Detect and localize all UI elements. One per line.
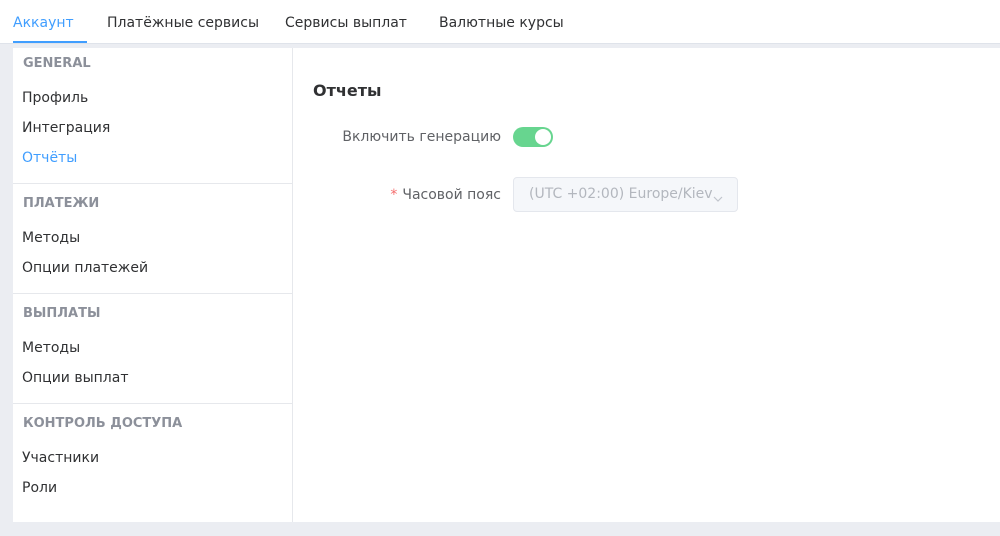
required-mark: * [390, 187, 398, 203]
sidebar-divider [13, 403, 292, 404]
reports-panel: Отчеты Включить генерацию * Часовой пояс … [293, 48, 1000, 522]
timezone-select-value: (UTC +02:00) Europe/Kiev [529, 186, 713, 202]
sidebar-item-payout-methods[interactable]: Методы [22, 340, 80, 356]
timezone-label-row: * Часовой пояс [390, 187, 501, 203]
sidebar: GENERAL Профиль Интеграция Отчёты ПЛАТЕЖ… [13, 48, 293, 522]
sidebar-item-reports[interactable]: Отчёты [22, 150, 77, 166]
enable-generation-toggle[interactable] [513, 127, 553, 147]
sidebar-divider [13, 183, 292, 184]
active-tab-indicator [13, 41, 87, 43]
sidebar-heading-payouts: ВЫПЛАТЫ [23, 306, 101, 321]
sidebar-item-payment-options[interactable]: Опции платежей [22, 260, 148, 276]
sidebar-item-payout-options[interactable]: Опции выплат [22, 370, 129, 386]
sidebar-item-payment-methods[interactable]: Методы [22, 230, 80, 246]
tab-account[interactable]: Аккаунт [13, 0, 74, 44]
sidebar-divider [13, 293, 292, 294]
sidebar-heading-general: GENERAL [23, 56, 91, 71]
sidebar-item-profile[interactable]: Профиль [22, 90, 88, 106]
page-title: Отчеты [313, 81, 382, 100]
toggle-knob [535, 129, 551, 145]
sidebar-item-members[interactable]: Участники [22, 450, 99, 466]
tab-payout-services[interactable]: Сервисы выплат [285, 0, 407, 44]
tab-currency-rates[interactable]: Валютные курсы [439, 0, 564, 44]
top-tabs: Аккаунт Платёжные сервисы Сервисы выплат… [0, 0, 1000, 44]
timezone-label: Часовой пояс [402, 187, 501, 203]
enable-generation-label: Включить генерацию [342, 129, 501, 145]
timezone-select[interactable]: (UTC +02:00) Europe/Kiev [513, 177, 738, 212]
sidebar-item-roles[interactable]: Роли [22, 480, 57, 496]
sidebar-heading-payments: ПЛАТЕЖИ [23, 196, 100, 211]
chevron-down-icon [713, 189, 723, 202]
sidebar-item-integration[interactable]: Интеграция [22, 120, 110, 136]
sidebar-heading-access-control: КОНТРОЛЬ ДОСТУПА [23, 416, 183, 431]
tab-payment-services[interactable]: Платёжные сервисы [107, 0, 259, 44]
